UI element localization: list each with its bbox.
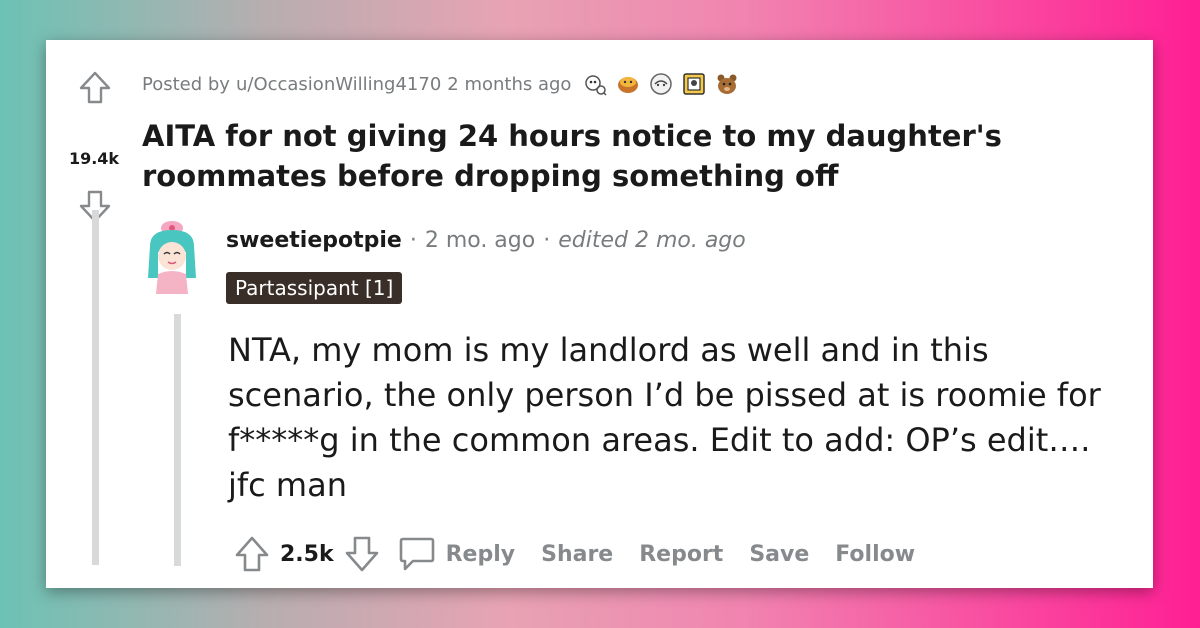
upvote-icon[interactable]	[234, 534, 270, 574]
post-author-link[interactable]: u/OccasionWilling4170	[236, 74, 441, 95]
comment-header: sweetiepotpie · 2 mo. ago · edited 2 mo.…	[226, 228, 746, 253]
commenter-avatar[interactable]	[144, 216, 200, 296]
report-button[interactable]: Report	[639, 542, 723, 567]
meta-separator: ·	[409, 228, 417, 253]
comment-author-link[interactable]: sweetiepotpie	[226, 228, 402, 253]
posted-by-label: Posted by	[142, 73, 230, 95]
comment-score: 2.5k	[280, 541, 334, 567]
post-card: 19.4k Posted by u/OccasionWilling4170 2 …	[46, 40, 1153, 588]
award-icon[interactable]	[616, 72, 640, 96]
comment-actions: 2.5k Reply Share Report Save Follow	[234, 532, 915, 576]
thread-line[interactable]	[92, 210, 99, 565]
reply-label: Reply	[445, 541, 516, 567]
award-icon[interactable]	[682, 72, 706, 96]
comment-edited: edited 2 mo. ago	[558, 228, 746, 253]
post-age: 2 months ago	[447, 73, 572, 95]
post-score: 19.4k	[68, 149, 120, 168]
post-title[interactable]: AITA for not giving 24 hours notice to m…	[142, 116, 1142, 196]
save-button[interactable]: Save	[749, 542, 809, 567]
post-upvote-icon[interactable]	[78, 70, 112, 106]
award-icon[interactable]	[583, 72, 607, 96]
post-meta: Posted by u/OccasionWilling4170 2 months…	[142, 72, 739, 96]
meta-separator: ·	[543, 228, 551, 253]
award-icon[interactable]	[649, 72, 673, 96]
post-awards[interactable]	[583, 72, 739, 96]
comment-body: NTA, my mom is my landlord as well and i…	[228, 331, 1101, 504]
reply-button[interactable]: Reply	[398, 534, 516, 574]
comment-thread-line[interactable]	[174, 314, 181, 566]
downvote-icon[interactable]	[344, 534, 380, 574]
award-icon[interactable]	[715, 72, 739, 96]
comment-bubble-icon	[399, 537, 434, 571]
user-flair: Partassipant [1]	[226, 272, 403, 304]
follow-button[interactable]: Follow	[835, 542, 915, 567]
comment-age: 2 mo. ago	[424, 228, 536, 253]
share-button[interactable]: Share	[541, 542, 613, 567]
